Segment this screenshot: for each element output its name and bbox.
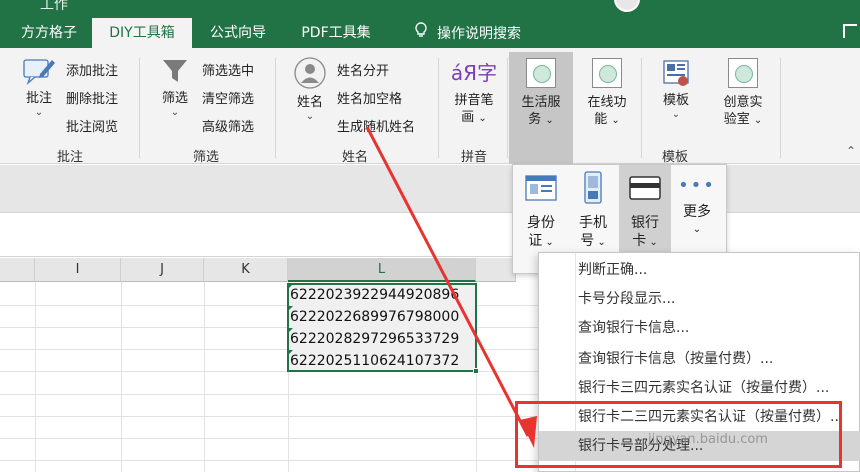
watermark: jingyan.baidu.com <box>648 432 768 447</box>
